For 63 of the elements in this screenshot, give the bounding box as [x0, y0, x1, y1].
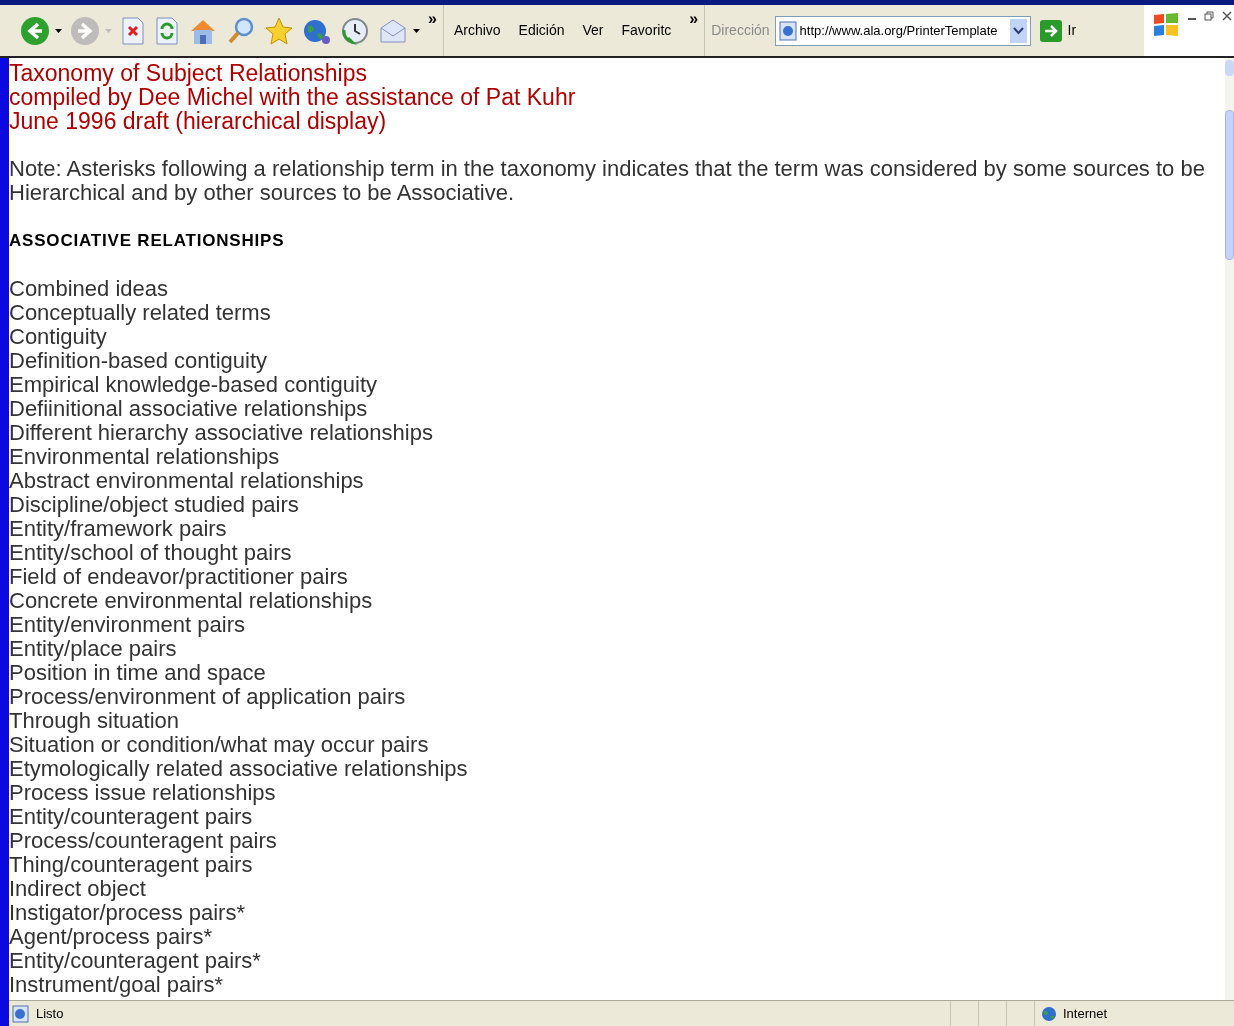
minimize-icon	[1188, 18, 1196, 20]
relationship-term: Process issue relationships	[9, 781, 277, 805]
relationship-term: Entity/counteragent pairs*	[9, 949, 262, 973]
relationship-term: Indirect object	[9, 877, 146, 901]
relationship-term: Abstract environmental relationships	[9, 469, 365, 493]
address-field[interactable]: http://www.ala.org/PrinterTemplate	[774, 15, 1031, 46]
relationship-term: Defiinitional associative relationships	[9, 397, 368, 421]
relationship-term: Empirical knowledge-based contiguity	[9, 373, 379, 397]
windows-logo-icon	[1152, 11, 1180, 39]
relationship-term: Entity/place pairs	[9, 637, 177, 661]
relationship-term: Instigator/process pairs*	[9, 901, 246, 925]
caret-icon	[413, 28, 420, 33]
restore-icon	[1204, 11, 1214, 21]
relationship-term: Entity/framework pairs	[9, 517, 228, 541]
go-button[interactable]: Ir	[1039, 19, 1077, 42]
close-icon	[1222, 11, 1232, 21]
relationship-term: Concrete environmental relationships	[9, 589, 374, 613]
caret-icon	[105, 28, 112, 33]
relationship-term: Definition-based contiguity	[9, 349, 269, 373]
relationship-term: Instrument/goal pairs*	[9, 973, 223, 997]
relationship-term: Field of endeavor/practitioner pairs	[9, 565, 349, 589]
relationship-term: Conceptually related terms	[9, 301, 272, 325]
relationship-term: Thing/counteragent pairs	[9, 853, 253, 877]
relationship-term: Discipline/object studied pairs	[9, 493, 299, 517]
menu-overflow-button[interactable]: »	[689, 7, 699, 31]
relationship-term: Environmental relationships	[9, 445, 281, 469]
globe-icon	[1041, 1005, 1057, 1022]
relationship-term: Through situation	[9, 709, 180, 733]
toolbar-button[interactable]	[340, 15, 370, 46]
relationship-term: Entity/environment pairs	[9, 613, 246, 637]
security-zone: Internet	[1063, 1004, 1108, 1023]
page-icon	[778, 20, 797, 41]
clock-icon	[340, 15, 370, 46]
relationship-term: Process/environment of application pairs	[9, 685, 407, 709]
note-paragraph: Note: Asterisks following a relationship term in the taxonomy indicates that the term was considered by some sources to be Hierarchical and by other sources to be Associative.	[9, 157, 1206, 205]
relationship-term: Position in time and space	[9, 661, 267, 685]
menu-item[interactable]: Favoritc	[621, 20, 672, 41]
document-refresh-icon	[154, 15, 180, 46]
toolbar-overflow-button[interactable]: »	[428, 7, 437, 31]
caret-icon	[55, 28, 62, 33]
scrollbar[interactable]	[1225, 58, 1234, 1000]
magnifier-icon	[226, 15, 256, 46]
relationship-term: Contiguity	[9, 325, 107, 349]
relationship-term: Process/counteragent pairs	[9, 829, 278, 853]
chevron-down-icon	[1009, 18, 1027, 43]
page-icon	[12, 1004, 30, 1023]
menu-item[interactable]: Archivo	[453, 20, 501, 41]
menu-item[interactable]: Ver	[582, 20, 604, 41]
menu-item[interactable]: Edición	[518, 20, 565, 41]
toolbar-button[interactable]	[120, 15, 146, 46]
relationship-term: Entity/school of thought pairs	[9, 541, 293, 565]
document-x-icon	[120, 15, 146, 46]
page-title: June 1996 draft (hierarchical display)	[9, 109, 388, 133]
section-heading: ASSOCIATIVE RELATIONSHIPS	[9, 230, 286, 252]
relationship-term: Entity/counteragent pairs	[9, 805, 253, 829]
status-text: Listo	[36, 1004, 64, 1023]
relationship-term: Combined ideas	[9, 277, 169, 301]
star-icon	[264, 15, 294, 46]
address-label: Dirección	[711, 21, 770, 40]
relationship-term: Etymologically related associative relationships	[9, 757, 469, 781]
relationship-term: Different hierarchy associative relationships	[9, 421, 434, 445]
relationship-term: Situation or condition/what may occur pairs	[9, 733, 430, 757]
relationship-term: Agent/process pairs*	[9, 925, 212, 949]
